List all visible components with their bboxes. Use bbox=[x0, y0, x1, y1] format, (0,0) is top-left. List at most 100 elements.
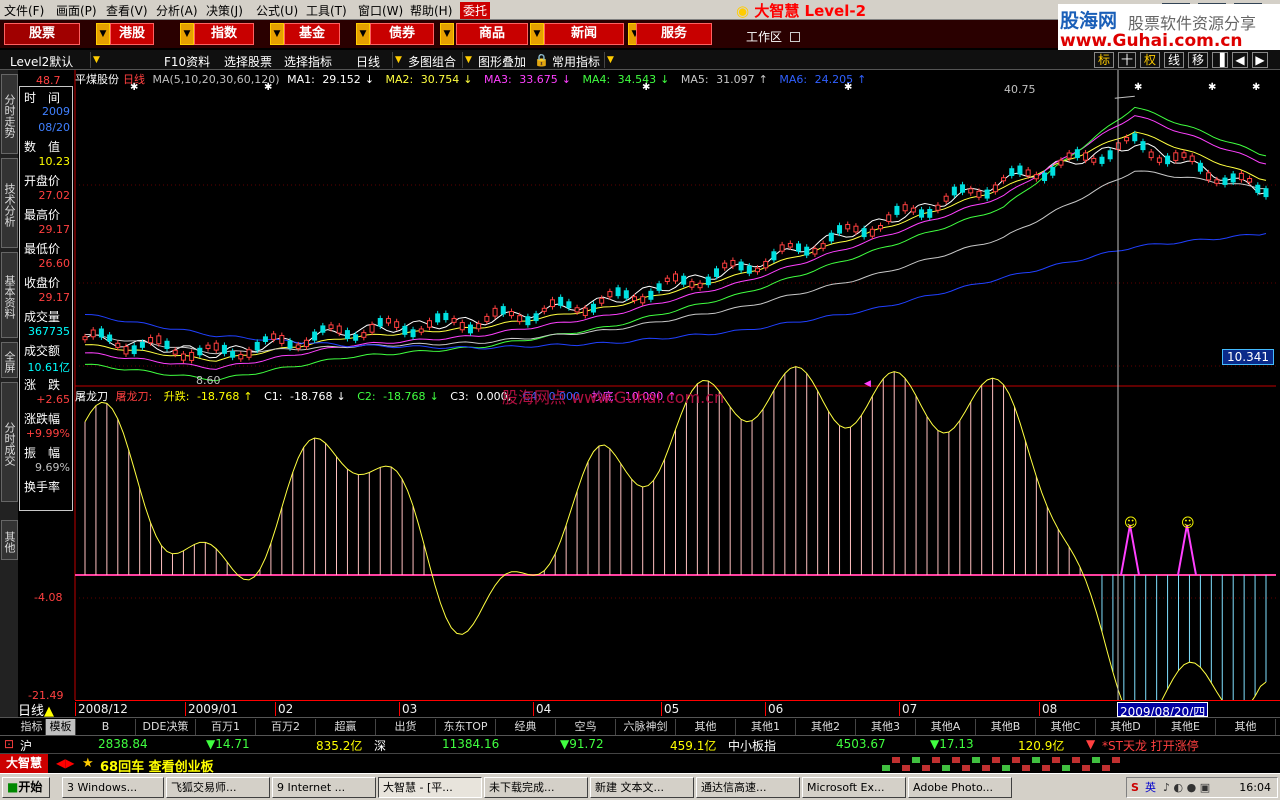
tab-dongdong[interactable]: 东东TOP bbox=[436, 719, 496, 735]
tab-othere[interactable]: 其他E bbox=[1156, 719, 1216, 735]
rights-button[interactable]: 权 bbox=[1140, 52, 1160, 68]
f10-button[interactable]: F10资料 bbox=[164, 53, 210, 70]
tab-other-last[interactable]: 其他 bbox=[1216, 719, 1276, 735]
lock-icon[interactable]: 🔒 bbox=[534, 53, 549, 67]
shanghai-icon[interactable]: ⊡ bbox=[4, 737, 14, 751]
menu-analysis[interactable]: 分析(A) bbox=[156, 2, 198, 19]
taskbar-item-5[interactable]: 新建 文本文... bbox=[590, 777, 694, 798]
tab-other3[interactable]: 其他3 bbox=[856, 719, 916, 735]
menu-help[interactable]: 帮助(H) bbox=[410, 2, 452, 19]
common-indicator-dropdown-icon[interactable]: ▼ bbox=[604, 52, 616, 68]
tab-other2[interactable]: 其他2 bbox=[796, 719, 856, 735]
ma5-legend: MA5: 31.097 ↑ bbox=[680, 73, 768, 86]
workspace-toggle[interactable]: 工作区 bbox=[746, 28, 800, 45]
tab-template[interactable]: 模板 bbox=[46, 719, 76, 735]
scroll-right-icon[interactable]: ▶ bbox=[1252, 52, 1268, 68]
candle-body bbox=[984, 189, 990, 199]
section-service[interactable]: 服务 bbox=[636, 23, 712, 45]
taskbar-item-2[interactable]: 9 Internet ... bbox=[272, 777, 376, 798]
multi-chart-dropdown-icon[interactable]: ▼ bbox=[462, 52, 474, 68]
section-dropdown-4[interactable]: ▼ bbox=[356, 23, 370, 45]
tab-othera[interactable]: 其他A bbox=[916, 719, 976, 735]
taskbar-item-8[interactable]: Adobe Photo... bbox=[908, 777, 1012, 798]
stock-name[interactable]: 平煤股份 bbox=[75, 73, 119, 86]
tab-tick[interactable]: 分时成交 bbox=[1, 382, 18, 502]
menu-look[interactable]: 查看(V) bbox=[106, 2, 148, 19]
tab-classic[interactable]: 经典 bbox=[496, 719, 556, 735]
news-prev-icon[interactable]: ◀▶ bbox=[56, 756, 74, 770]
tab-fullscreen[interactable]: 全屏 bbox=[1, 342, 18, 378]
tab-dde[interactable]: DDE决策 bbox=[136, 719, 196, 735]
tab-kongniao[interactable]: 空鸟 bbox=[556, 719, 616, 735]
tab-chaoying[interactable]: 超赢 bbox=[316, 719, 376, 735]
template-select[interactable]: Level2默认 bbox=[10, 53, 73, 70]
menu-file[interactable]: 文件(F) bbox=[4, 2, 44, 19]
taskbar-item-1[interactable]: 飞狐交易师... bbox=[166, 777, 270, 798]
section-dropdown-6[interactable]: ▼ bbox=[530, 23, 544, 45]
common-indicator-button[interactable]: 常用指标 bbox=[552, 53, 600, 70]
tab-otherb[interactable]: 其他B bbox=[976, 719, 1036, 735]
overlay-button[interactable]: 图形叠加 bbox=[478, 53, 526, 70]
tab-million1[interactable]: 百万1 bbox=[196, 719, 256, 735]
candle-body bbox=[139, 341, 145, 348]
section-commodity[interactable]: 商品 bbox=[456, 23, 528, 45]
taskbar-item-0[interactable]: 3 Windows... bbox=[62, 777, 164, 798]
menu-view[interactable]: 画面(P) bbox=[56, 2, 97, 19]
multi-chart-button[interactable]: 多图组合 bbox=[408, 53, 456, 70]
menu-tools[interactable]: 工具(T) bbox=[306, 2, 347, 19]
ime-lang[interactable]: 英 bbox=[1145, 778, 1156, 797]
section-dropdown-5[interactable]: ▼ bbox=[440, 23, 454, 45]
move-button[interactable]: 移 bbox=[1188, 52, 1208, 68]
ime-icon[interactable]: S bbox=[1131, 778, 1139, 797]
crosshair-icon[interactable]: 十 bbox=[1118, 52, 1136, 68]
section-dropdown-1[interactable]: ▼ bbox=[96, 23, 110, 45]
checkbox-icon[interactable] bbox=[789, 32, 800, 42]
section-index[interactable]: 指数 bbox=[194, 23, 254, 45]
tab-intraday[interactable]: 分时走势 bbox=[1, 74, 18, 154]
menu-trust[interactable]: 委托 bbox=[460, 2, 491, 19]
tab-indicator[interactable]: 指标 bbox=[18, 719, 46, 735]
taskbar-item-4[interactable]: 未下载完成... bbox=[484, 777, 588, 798]
split-icon[interactable]: ▐ bbox=[1212, 52, 1228, 68]
candle-body bbox=[418, 328, 424, 333]
ticker-text[interactable]: *ST天龙 打开涨停 bbox=[1102, 737, 1199, 754]
tab-chuhuo[interactable]: 出货 bbox=[376, 719, 436, 735]
tab-other0[interactable]: 其他 bbox=[676, 719, 736, 735]
select-stock-button[interactable]: 选择股票 bbox=[224, 53, 272, 70]
section-hk[interactable]: 港股 bbox=[110, 23, 154, 45]
axis-label-jul: 07 bbox=[899, 702, 917, 716]
menu-formula[interactable]: 公式(U) bbox=[256, 2, 298, 19]
tab-technical[interactable]: 技术分析 bbox=[1, 158, 18, 248]
scroll-left-icon[interactable]: ◀ bbox=[1232, 52, 1248, 68]
section-news[interactable]: 新闻 bbox=[544, 23, 624, 45]
mini-sparkline-icon bbox=[882, 757, 1120, 771]
section-dropdown-2[interactable]: ▼ bbox=[180, 23, 194, 45]
section-fund[interactable]: 基金 bbox=[284, 23, 340, 45]
period-dropdown-icon[interactable]: ▼ bbox=[392, 52, 404, 68]
select-indicator-button[interactable]: 选择指标 bbox=[284, 53, 332, 70]
template-dropdown-icon[interactable]: ▼ bbox=[90, 52, 102, 68]
tab-other1[interactable]: 其他1 bbox=[736, 719, 796, 735]
section-stocks[interactable]: 股票 bbox=[4, 23, 80, 45]
taskbar-item-6[interactable]: 通达信高速... bbox=[696, 777, 800, 798]
tab-otherd[interactable]: 其他D bbox=[1096, 719, 1156, 735]
taskbar-item-7[interactable]: Microsoft Ex... bbox=[802, 777, 906, 798]
tab-fundamental[interactable]: 基本资料 bbox=[1, 252, 18, 338]
tab-liumai[interactable]: 六脉神剑 bbox=[616, 719, 676, 735]
candle-body bbox=[599, 297, 605, 304]
tab-million2[interactable]: 百万2 bbox=[256, 719, 316, 735]
menu-window[interactable]: 窗口(W) bbox=[358, 2, 403, 19]
mark-button[interactable]: 标 bbox=[1094, 52, 1114, 68]
tab-otherc[interactable]: 其他C bbox=[1036, 719, 1096, 735]
section-bond[interactable]: 债券 bbox=[370, 23, 434, 45]
tab-other[interactable]: 其他 bbox=[1, 520, 18, 560]
taskbar-item-3[interactable]: 大智慧 - [平... bbox=[378, 777, 482, 798]
line-button[interactable]: 线 bbox=[1164, 52, 1184, 68]
section-dropdown-3[interactable]: ▼ bbox=[270, 23, 284, 45]
indicator-name[interactable]: 屠龙刀 bbox=[75, 390, 108, 403]
period-label[interactable]: 日线▲ bbox=[18, 700, 75, 719]
menu-decision[interactable]: 决策(J) bbox=[206, 2, 243, 19]
tab-b[interactable]: B bbox=[76, 719, 136, 735]
start-button[interactable]: ■开始 bbox=[2, 777, 50, 798]
period-button[interactable]: 日线 bbox=[356, 53, 380, 70]
